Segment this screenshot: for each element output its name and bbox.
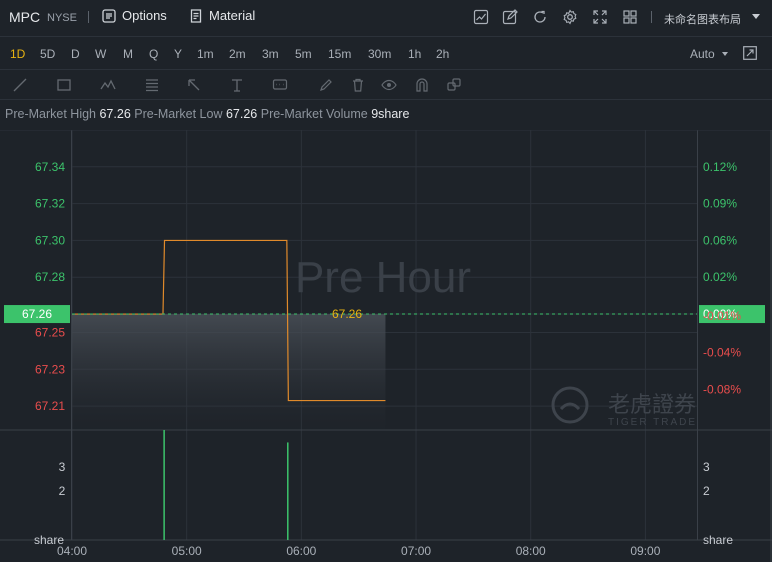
volume-tick-label-right: 3 xyxy=(703,460,710,474)
timeframe-2h[interactable]: 2h xyxy=(436,47,449,61)
rectangle-icon[interactable] xyxy=(56,77,72,93)
watermark-session: Pre Hour xyxy=(295,253,471,302)
current-price-badge-label: 67.26 xyxy=(22,307,52,321)
price-tick-label: 67.32 xyxy=(35,197,65,211)
timeframe-y[interactable]: Y xyxy=(174,47,182,61)
percent-axis: 0.16%0.12%0.09%0.06%0.02%0.00%-0.01%-0.0… xyxy=(699,160,765,397)
expand-icon[interactable] xyxy=(591,8,609,26)
volume-tick-label-left: 2 xyxy=(59,484,66,498)
time-tick-label: 06:00 xyxy=(286,544,316,558)
material-button[interactable]: Material xyxy=(189,8,255,23)
options-button[interactable]: Options xyxy=(102,8,167,23)
current-price-inline-label: 67.26 xyxy=(332,307,362,321)
timeframe-q[interactable]: Q xyxy=(149,47,158,61)
price-tick-label: 67.30 xyxy=(35,233,65,247)
price-tick-label: 67.21 xyxy=(35,399,65,413)
timeframe-3m[interactable]: 3m xyxy=(262,47,279,61)
eye-icon[interactable] xyxy=(381,77,397,93)
chart-type-icon[interactable] xyxy=(472,8,490,26)
price-area xyxy=(72,314,386,435)
material-label: Material xyxy=(209,8,256,23)
timeframe-1m[interactable]: 1m xyxy=(197,47,214,61)
time-tick-label: 09:00 xyxy=(630,544,660,558)
pre-market-volume-value: 9share xyxy=(371,107,410,121)
price-tick-label: 67.34 xyxy=(35,160,65,174)
percent-tick-label: -0.04% xyxy=(703,346,741,360)
trash-icon[interactable] xyxy=(350,77,366,93)
price-axis: 67.34 67.32 67.30 67.28 67.25 67.23 67.21 67.26 xyxy=(4,160,70,413)
options-label: Options xyxy=(122,8,167,23)
timeframe-1d[interactable]: 1D xyxy=(10,47,25,61)
magnet-icon[interactable] xyxy=(414,77,430,93)
price-chart[interactable]: Pre Hour 老虎證券 TIGER TRADE 67.26 67.3467.… xyxy=(0,130,772,562)
pre-market-high-label: Pre-Market High xyxy=(5,107,96,121)
pre-market-high-value: 67.26 xyxy=(99,107,131,121)
divider xyxy=(651,11,652,23)
timeframe-d[interactable]: D xyxy=(71,47,80,61)
time-tick-label: 05:00 xyxy=(172,544,202,558)
timeframe-5m[interactable]: 5m xyxy=(295,47,312,61)
timeframe-bar: 1D 5D D W M Q Y 1m 2m 3m 5m 15m 30m 1h 2… xyxy=(0,36,772,70)
price-tick-label: 67.25 xyxy=(35,325,65,339)
chevron-down-icon[interactable] xyxy=(752,14,760,19)
pre-market-low-label: Pre-Market Low xyxy=(134,107,223,121)
volume-tick-label-left: 3 xyxy=(59,460,66,474)
text-tool-icon[interactable] xyxy=(229,77,245,93)
chevron-down-icon[interactable] xyxy=(722,52,728,56)
drawing-toolbar xyxy=(0,70,772,100)
options-icon xyxy=(102,8,116,23)
tiger-logo xyxy=(551,386,589,424)
divider xyxy=(88,11,89,23)
timeframe-5d[interactable]: 5D xyxy=(40,47,55,61)
volume-panel: 3 32 2share share xyxy=(34,430,733,547)
percent-tick-label: 0.02% xyxy=(703,270,737,284)
percent-tick-label: -0.01% xyxy=(703,309,741,323)
time-tick-label: 04:00 xyxy=(57,544,87,558)
volume-bar xyxy=(163,430,165,540)
timeframe-2m[interactable]: 2m xyxy=(229,47,246,61)
timeframe-w[interactable]: W xyxy=(95,47,106,61)
layout-name-dropdown[interactable]: 未命名图表布局 xyxy=(664,11,741,27)
link-icon[interactable] xyxy=(446,77,462,93)
time-tick-label: 08:00 xyxy=(516,544,546,558)
watermark-brand-en: TIGER TRADE xyxy=(608,417,697,428)
comment-icon[interactable] xyxy=(272,77,288,93)
watermark-brand-cn: 老虎證券 xyxy=(608,393,696,418)
time-axis: 04:00 05:00 06:00 07:00 08:00 09:00 xyxy=(57,544,661,558)
pattern-icon[interactable] xyxy=(100,77,116,93)
arrow-icon[interactable] xyxy=(186,77,202,93)
timeframe-1h[interactable]: 1h xyxy=(408,47,421,61)
volume-unit-label-right: share xyxy=(703,533,733,547)
price-tick-label: 67.28 xyxy=(35,270,65,284)
pre-market-info: Pre-Market High 67.26 Pre-Market Low 67.… xyxy=(5,107,409,121)
exchange-label: NYSE xyxy=(47,12,77,24)
timeframe-30m[interactable]: 30m xyxy=(368,47,391,61)
fullscreen-icon[interactable] xyxy=(743,46,757,60)
time-tick-label: 07:00 xyxy=(401,544,431,558)
price-area-fill xyxy=(72,314,386,435)
volume-tick-label-right: 2 xyxy=(703,484,710,498)
pen-icon[interactable] xyxy=(318,77,334,93)
top-toolbar: MPC NYSE Options Material 未命名图表布局 xyxy=(0,0,772,36)
fibonacci-icon[interactable] xyxy=(144,77,160,93)
refresh-icon[interactable] xyxy=(531,8,549,26)
price-tick-label: 67.23 xyxy=(35,362,65,376)
symbol-ticker[interactable]: MPC xyxy=(9,9,40,25)
pre-market-low-value: 67.26 xyxy=(225,107,258,121)
trend-line-icon[interactable] xyxy=(12,77,28,93)
volume-bar xyxy=(287,442,289,540)
grid-layout-icon[interactable] xyxy=(621,8,639,26)
timeframe-15m[interactable]: 15m xyxy=(328,47,351,61)
gear-icon[interactable] xyxy=(561,8,579,26)
scale-mode-dropdown[interactable]: Auto xyxy=(690,47,715,61)
document-icon xyxy=(190,8,202,23)
percent-tick-label: 0.06% xyxy=(703,233,737,247)
percent-tick-label: -0.08% xyxy=(703,383,741,397)
edit-icon[interactable] xyxy=(501,8,519,26)
pre-market-volume-label: Pre-Market Volume xyxy=(260,107,368,121)
percent-tick-label: 0.12% xyxy=(703,160,737,174)
percent-tick-label: 0.09% xyxy=(703,197,737,211)
timeframe-m[interactable]: M xyxy=(123,47,133,61)
